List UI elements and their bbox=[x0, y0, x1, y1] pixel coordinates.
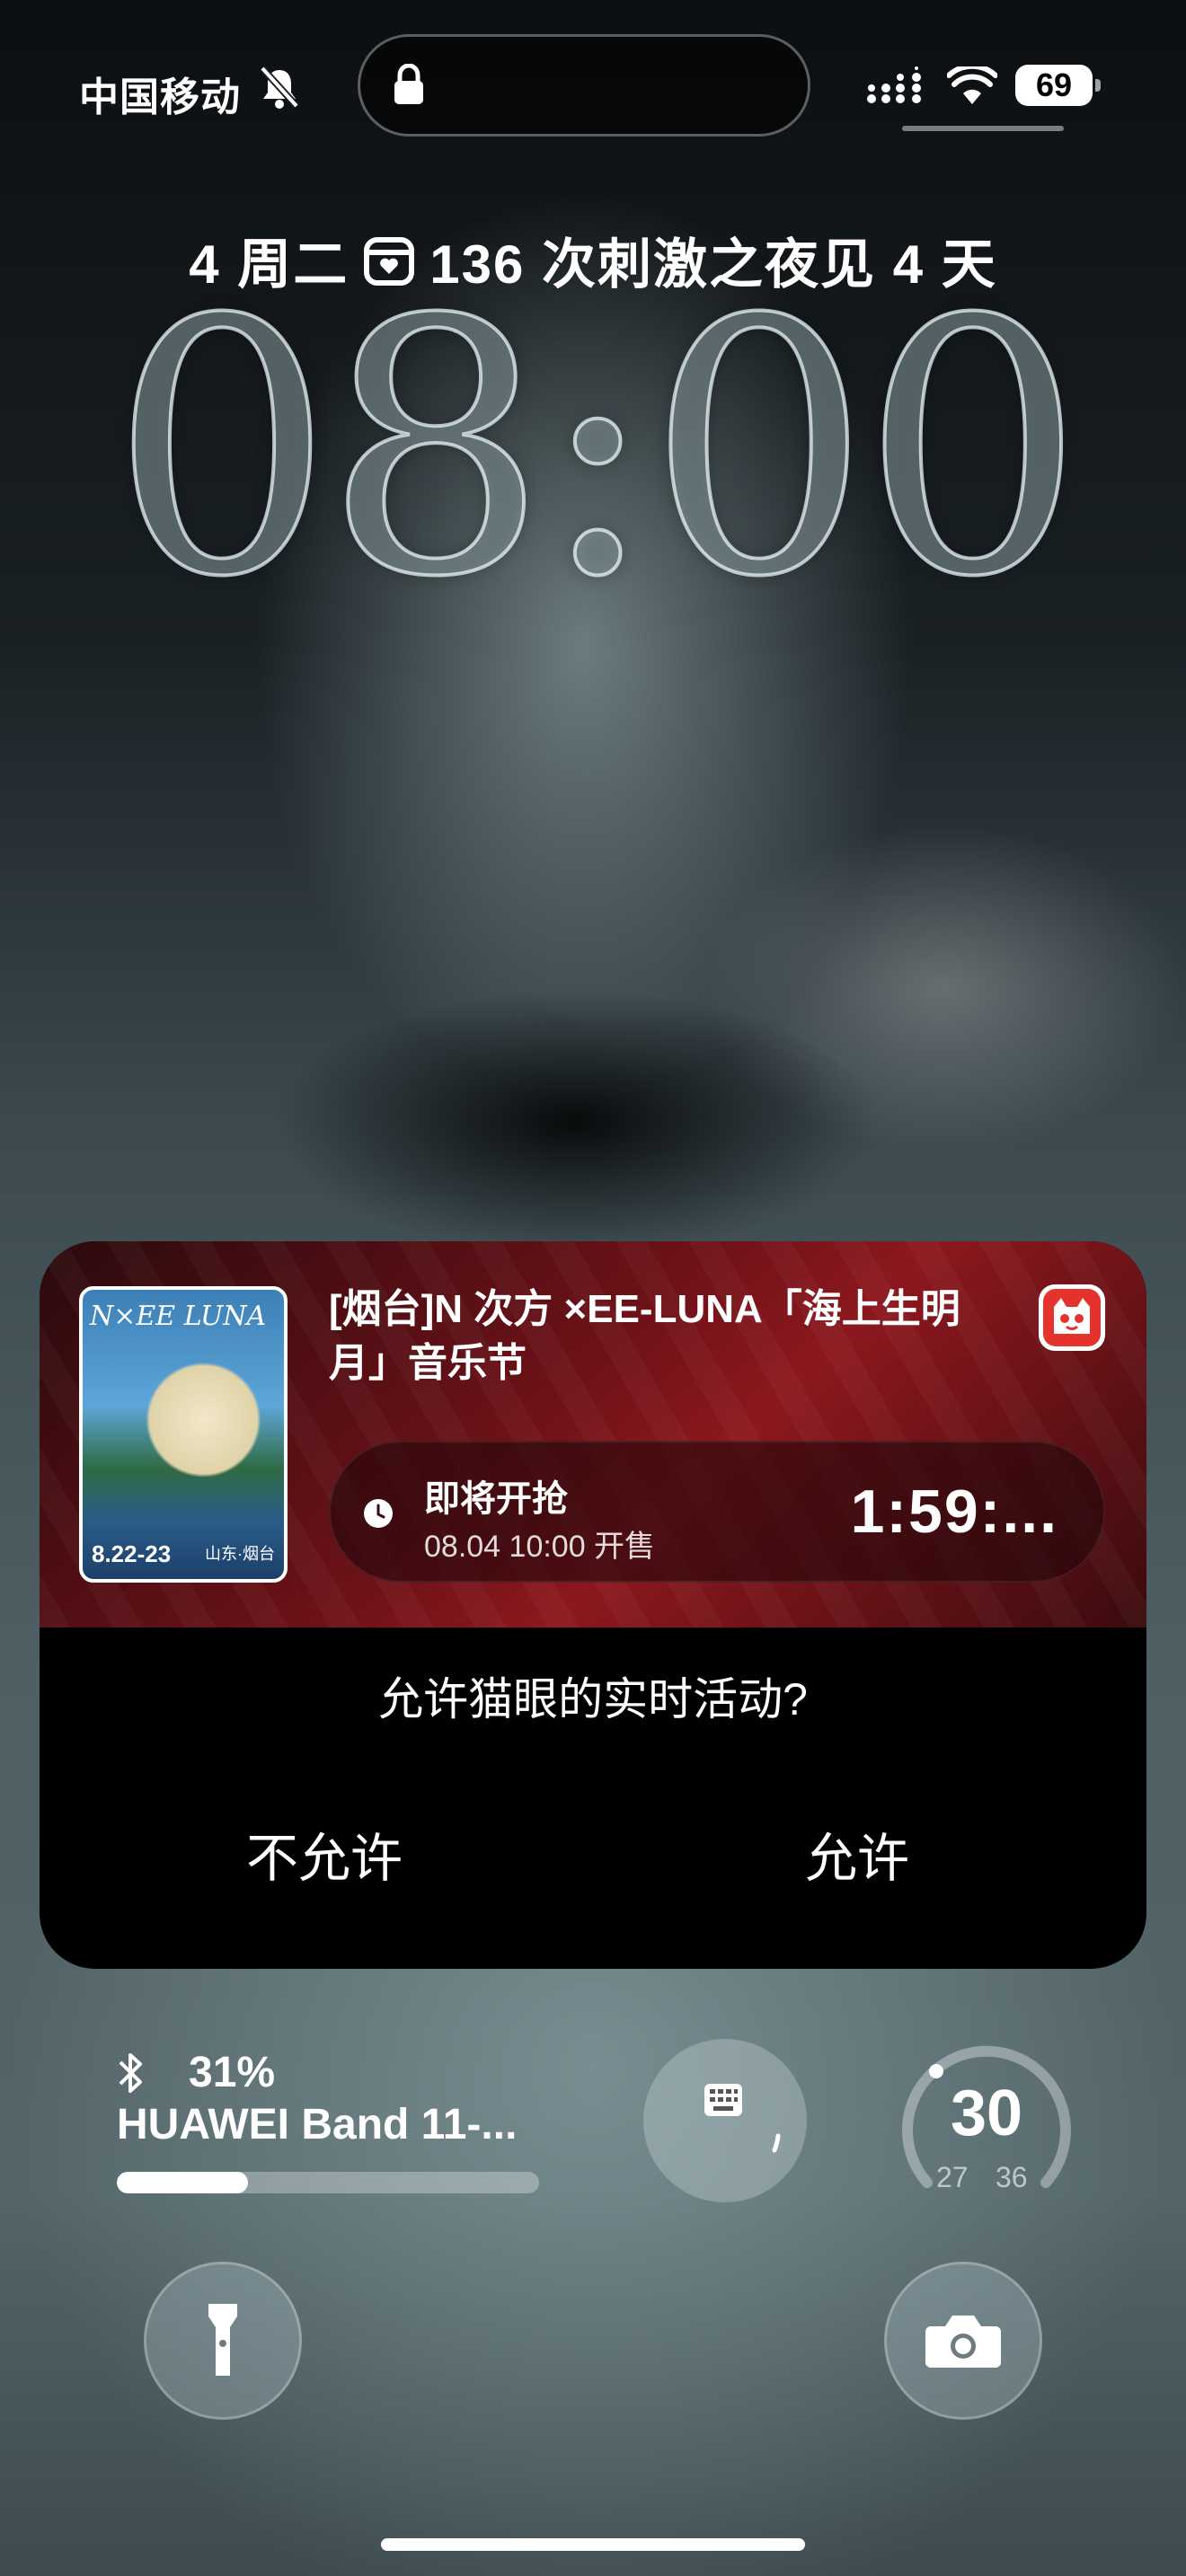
calculator-widget[interactable] bbox=[643, 2039, 807, 2202]
wifi-icon bbox=[947, 66, 997, 104]
poster-brand: N×EE LUNA bbox=[90, 1301, 267, 1332]
allow-button[interactable]: 允许 bbox=[805, 1816, 909, 1892]
lock-screen-clock[interactable]: 08:00 bbox=[0, 259, 1186, 640]
status-indicator-bar bbox=[902, 126, 1064, 131]
current-temperature: 30 bbox=[950, 2078, 1023, 2149]
bluetooth-icon bbox=[119, 2053, 142, 2093]
app-icon bbox=[1039, 1284, 1105, 1351]
permission-question: 允许猫眼的实时活动? bbox=[378, 1674, 808, 1725]
event-poster: N×EE LUNA 8.22-23 山东·烟台 bbox=[79, 1286, 288, 1583]
countdown-pill: 即将开抢 08.04 10:00 开售 1:59:... bbox=[329, 1441, 1105, 1583]
high-temperature: 36 bbox=[996, 2161, 1028, 2193]
flashlight-icon bbox=[208, 2304, 237, 2376]
flashlight-button[interactable] bbox=[144, 2262, 302, 2420]
bell-off-icon bbox=[260, 66, 299, 109]
battery-level: 69 bbox=[1015, 65, 1093, 106]
cat-eye-icon bbox=[1054, 1298, 1090, 1334]
event-title: [烟台]N 次方 ×EE-LUNA「海上生明月」音乐节 bbox=[329, 1287, 960, 1385]
deny-button[interactable]: 不允许 bbox=[246, 1816, 403, 1892]
battery-icon: 69 bbox=[1015, 65, 1102, 106]
temperature-widget[interactable]: 30 27 36 bbox=[898, 2039, 1075, 2215]
home-indicator[interactable] bbox=[381, 2538, 805, 2551]
status-bar: 中国移动 69 bbox=[0, 0, 1186, 180]
dynamic-island[interactable] bbox=[358, 34, 810, 137]
carrier-label: 中国移动 bbox=[79, 75, 241, 119]
lock-icon bbox=[394, 64, 423, 104]
countdown-timer: 1:59:... bbox=[850, 1478, 1058, 1546]
camera-button[interactable] bbox=[884, 2262, 1042, 2420]
poster-date: 8.22-23 bbox=[92, 1540, 172, 1567]
calculator-arc bbox=[772, 2133, 781, 2153]
poster-location: 山东·烟台 bbox=[205, 1545, 275, 1563]
live-activity-card: N×EE LUNA 8.22-23 山东·烟台 [烟台]N 次方 ×EE-LUN… bbox=[40, 1241, 1146, 1969]
device-battery-bar bbox=[117, 2172, 539, 2193]
clock-icon bbox=[364, 1499, 393, 1528]
low-temperature: 27 bbox=[936, 2161, 969, 2193]
camera-icon bbox=[925, 2316, 1001, 2368]
status-label: 即将开抢 bbox=[424, 1479, 568, 1519]
sale-time: 08.04 10:00 开售 bbox=[424, 1530, 656, 1564]
signal-icon bbox=[867, 66, 921, 103]
bluetooth-battery-widget[interactable]: 31% HUAWEI Band 11-... bbox=[117, 2046, 539, 2199]
device-name: HUAWEI Band 11-... bbox=[117, 2101, 518, 2148]
device-battery-fill bbox=[117, 2172, 248, 2193]
live-activity-banner[interactable]: N×EE LUNA 8.22-23 山东·烟台 [烟台]N 次方 ×EE-LUN… bbox=[40, 1241, 1146, 1628]
device-battery-percent: 31% bbox=[189, 2049, 276, 2096]
